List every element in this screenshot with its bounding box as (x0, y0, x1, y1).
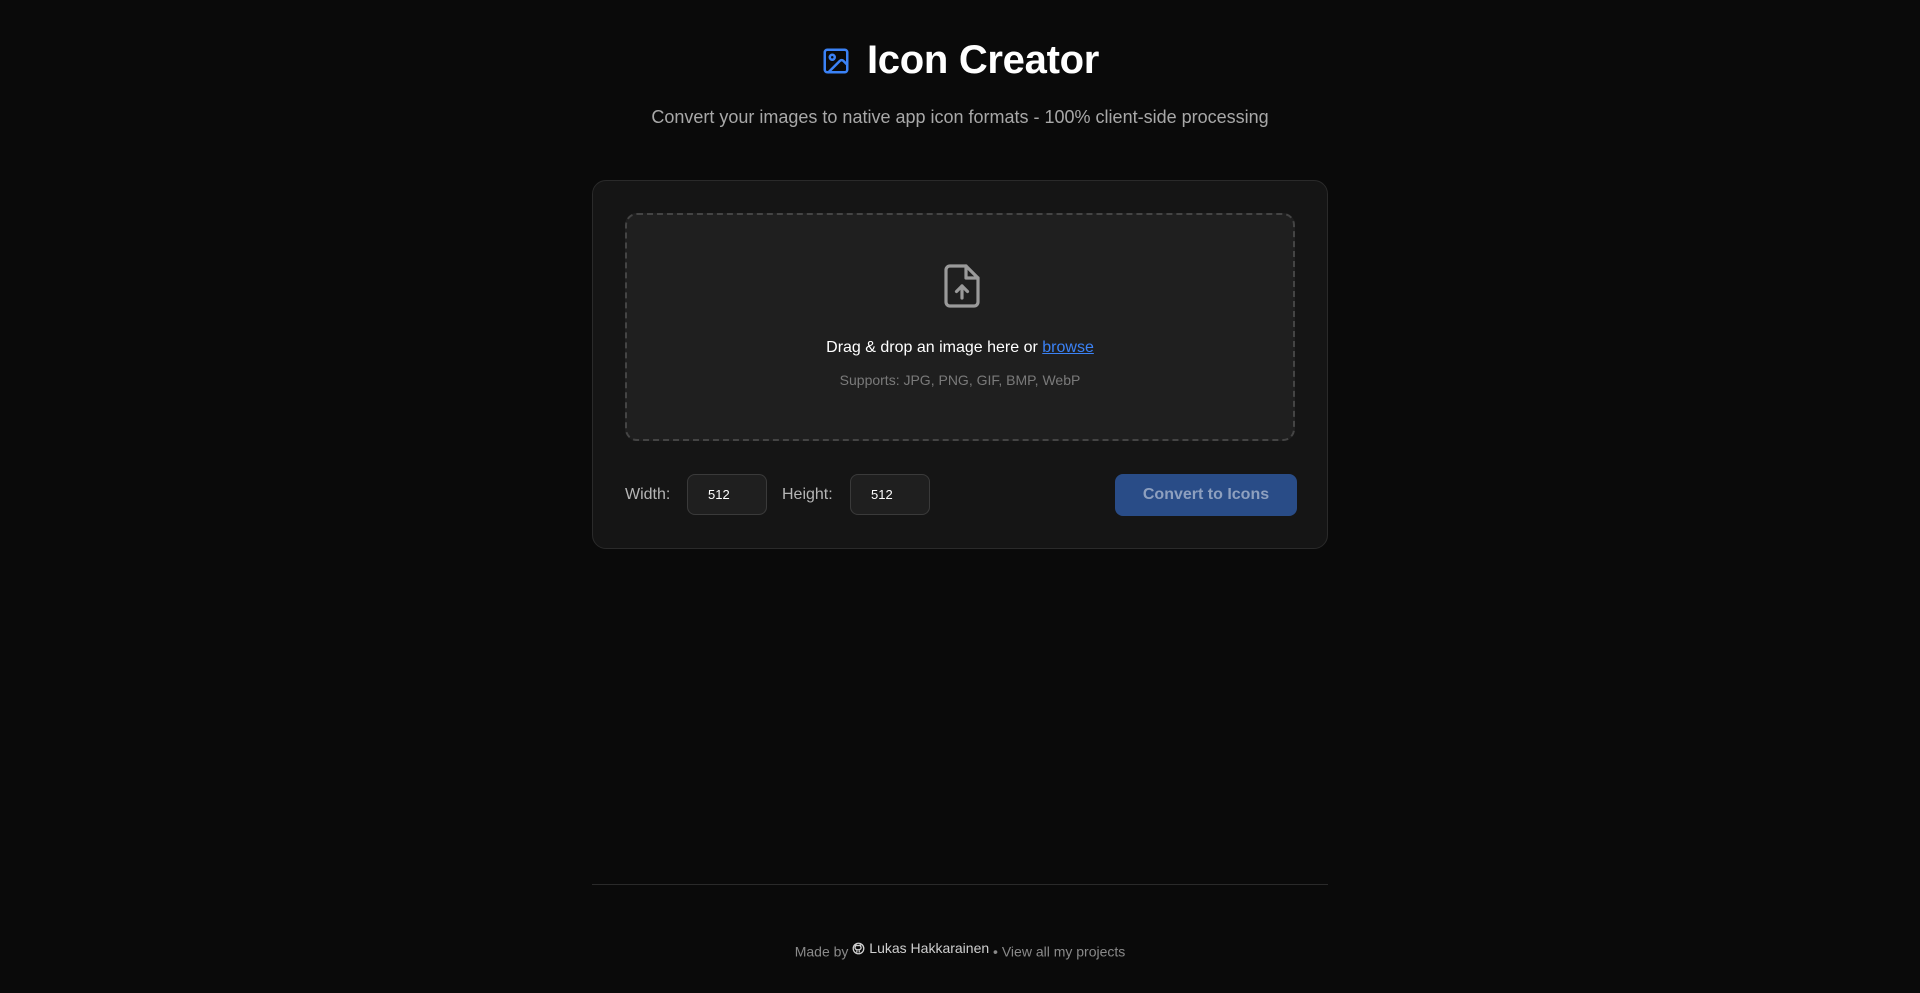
view-projects-link[interactable]: View all my projects (1002, 944, 1125, 960)
dropzone-prompt-text: Drag & drop an image here or (826, 339, 1043, 356)
footer-divider (592, 884, 1328, 885)
github-icon (852, 942, 865, 955)
dropzone-prompt: Drag & drop an image here or browse (627, 339, 1293, 357)
image-dropzone[interactable]: Drag & drop an image here or browse Supp… (625, 213, 1295, 441)
width-input[interactable] (687, 474, 767, 515)
height-input[interactable] (850, 474, 930, 515)
height-label: Height: (782, 486, 833, 503)
converter-card: Drag & drop an image here or browse Supp… (592, 180, 1328, 549)
author-name: Lukas Hakkarainen (869, 940, 990, 956)
footer-separator: • (993, 943, 998, 960)
header: Icon Creator (0, 38, 1920, 83)
page: Icon Creator Convert your images to nati… (0, 0, 1920, 993)
supported-formats: Supports: JPG, PNG, GIF, BMP, WebP (839, 372, 1081, 388)
file-upload-icon (942, 263, 982, 309)
page-title: Icon Creator (866, 38, 1099, 82)
made-by-label: Made by (794, 943, 849, 960)
width-label: Width: (625, 486, 671, 503)
size-controls: Width: Height: Convert to Icons (625, 474, 1297, 516)
convert-button[interactable]: Convert to Icons (1115, 474, 1297, 516)
image-icon (821, 46, 851, 76)
footer: Made by Lukas Hakkarainen • View all my … (0, 940, 1920, 960)
author-link[interactable]: Lukas Hakkarainen (852, 940, 989, 956)
browse-link[interactable]: browse (1042, 339, 1094, 356)
page-subtitle: Convert your images to native app icon f… (651, 107, 1269, 127)
